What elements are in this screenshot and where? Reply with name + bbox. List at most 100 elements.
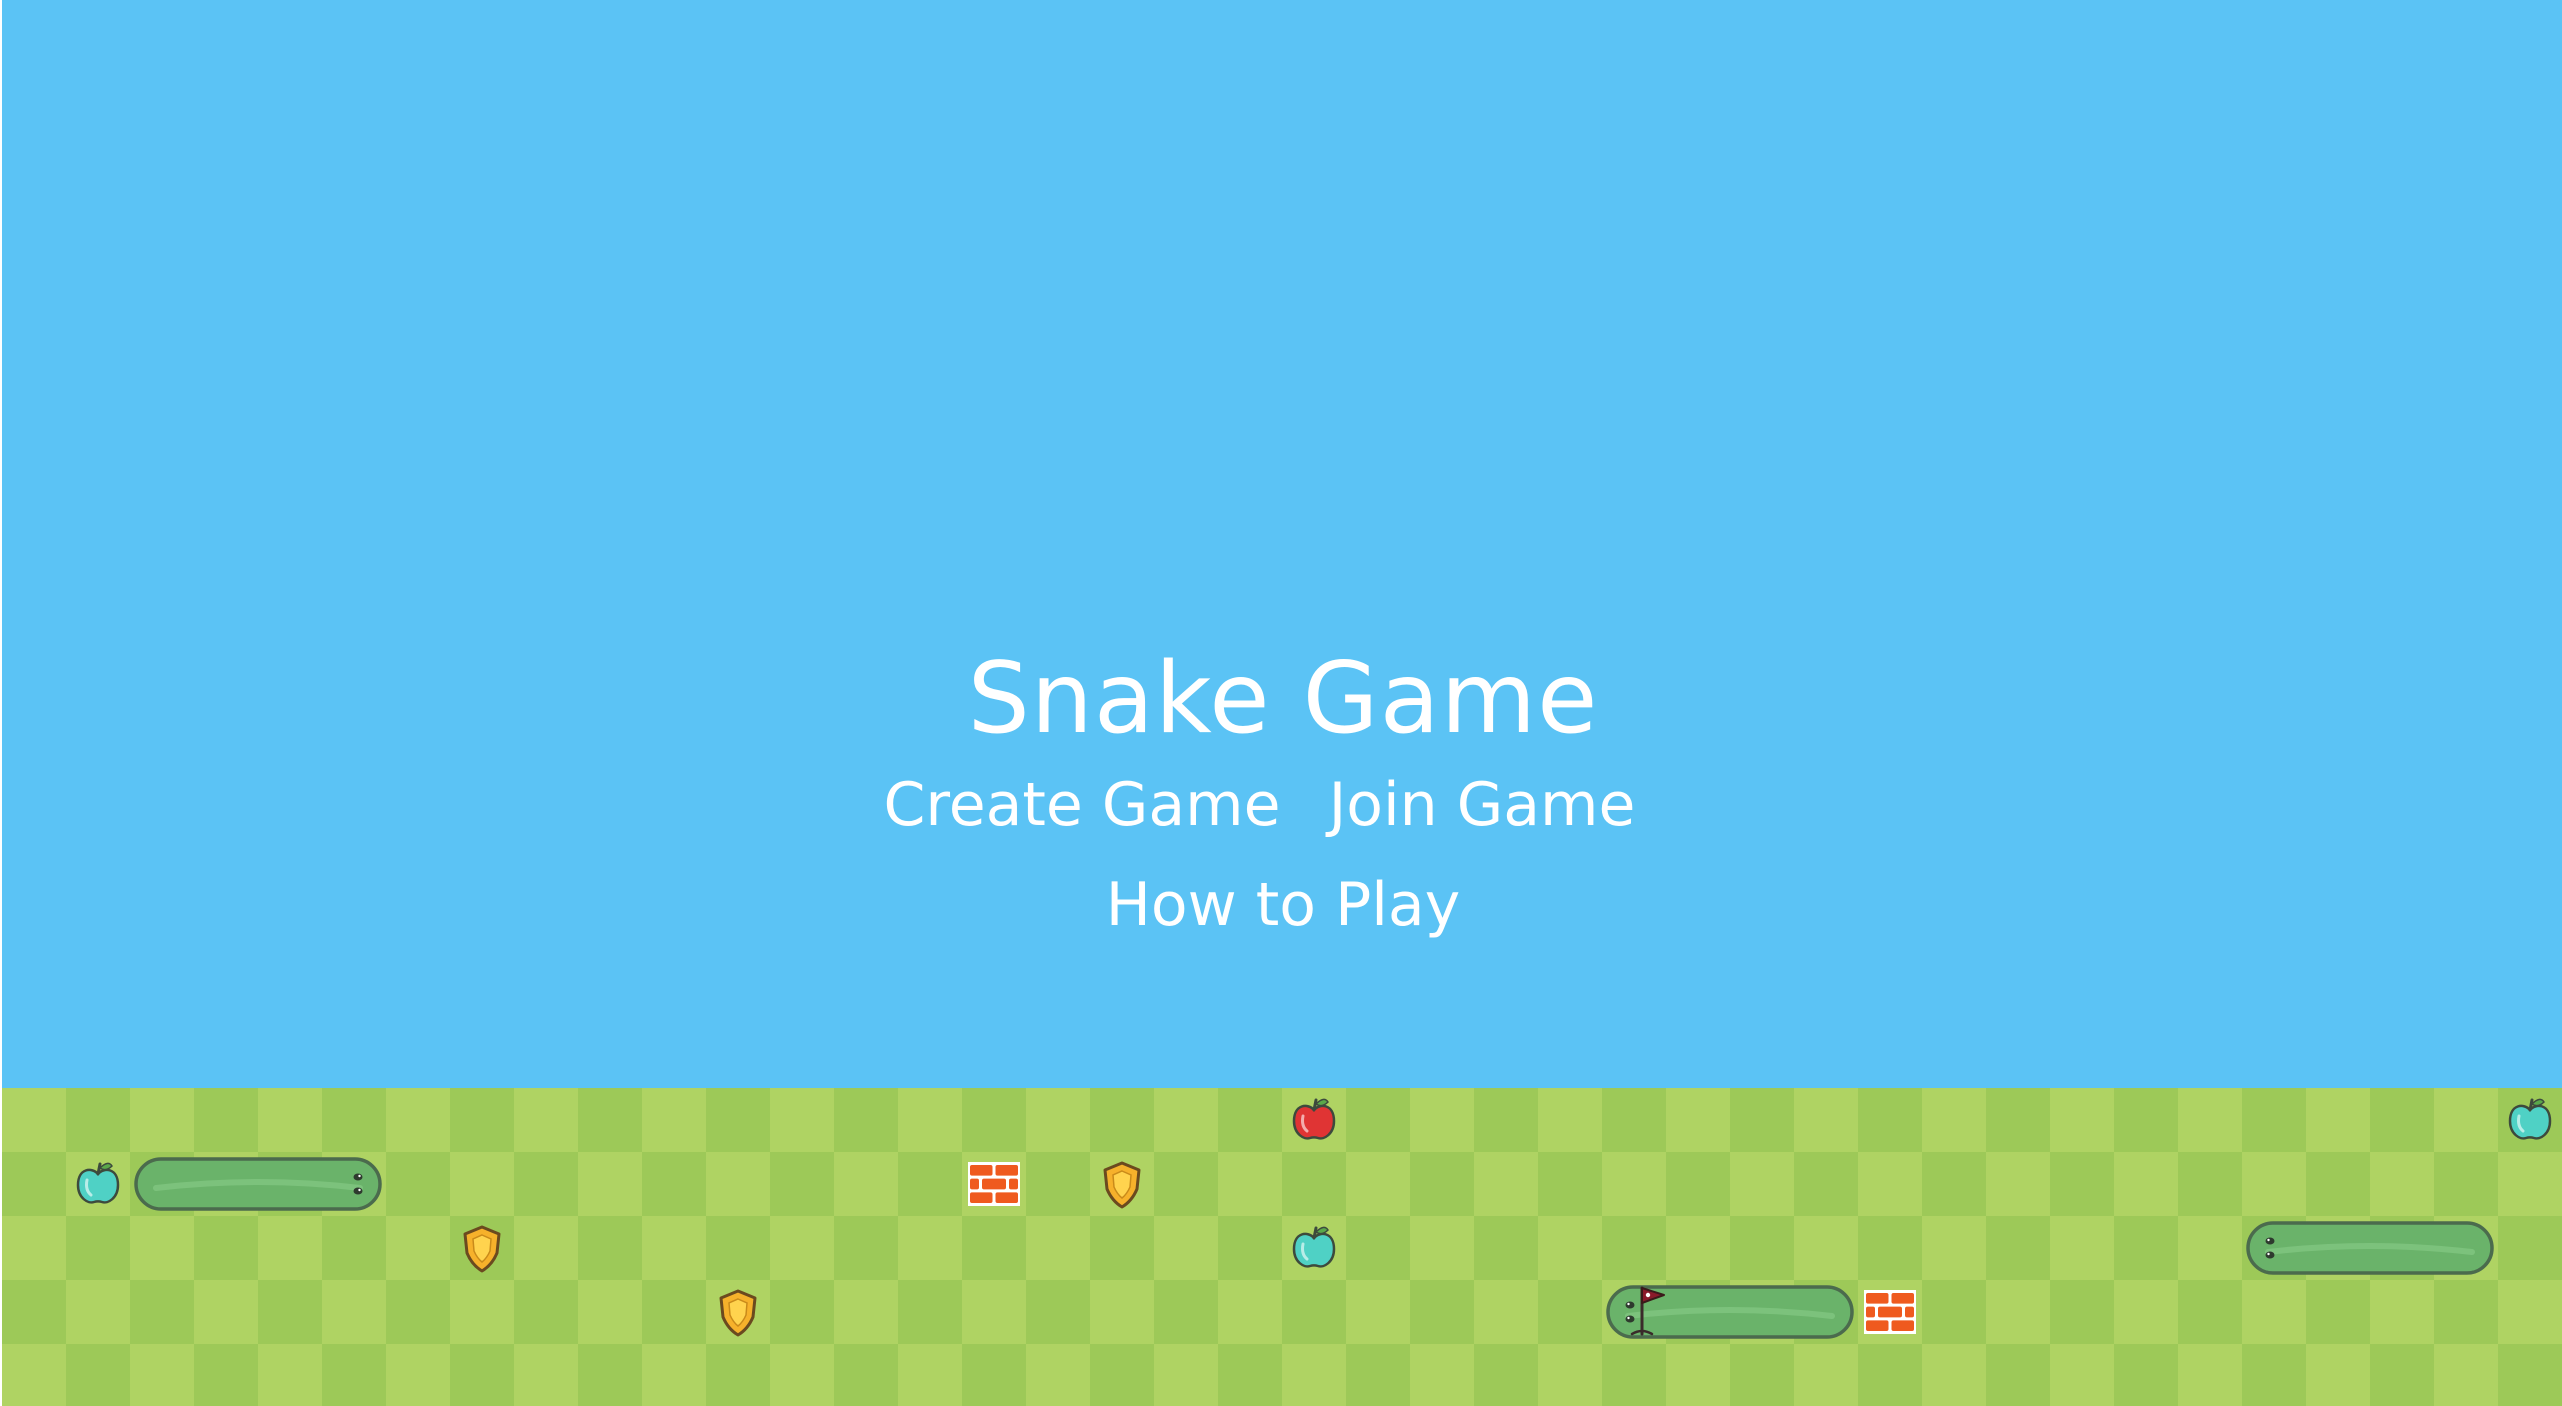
grass-tile	[2242, 1152, 2306, 1216]
grass-tile	[2, 1152, 66, 1216]
grass-tile	[1794, 1216, 1858, 1280]
grass-tile	[194, 1344, 258, 1406]
grass-tile	[1794, 1344, 1858, 1406]
grass-tile	[2, 1088, 66, 1152]
join-game-button[interactable]: Join Game	[1329, 770, 1636, 840]
grass-tile	[1858, 1088, 1922, 1152]
grass-tile	[770, 1216, 834, 1280]
grass-tile	[578, 1280, 642, 1344]
grass-tile	[1410, 1216, 1474, 1280]
grass-tile	[2306, 1152, 2370, 1216]
grass-tile	[962, 1216, 1026, 1280]
grass-tile	[1986, 1216, 2050, 1280]
snake	[1606, 1285, 1854, 1339]
grass-tile	[2, 1344, 66, 1406]
grass-tile	[386, 1344, 450, 1406]
grass-tile	[1090, 1344, 1154, 1406]
grass-tile	[642, 1344, 706, 1406]
grass-tile	[770, 1344, 834, 1406]
grass-tile	[1602, 1216, 1666, 1280]
grass-tile	[258, 1280, 322, 1344]
grass-tile	[322, 1280, 386, 1344]
grass-tile	[1346, 1152, 1410, 1216]
grass-tile	[1986, 1088, 2050, 1152]
grass-tile	[1922, 1152, 1986, 1216]
grass-tile	[1346, 1344, 1410, 1406]
grass-tile	[1026, 1216, 1090, 1280]
grass-tile	[1026, 1152, 1090, 1216]
grass-tile	[2050, 1216, 2114, 1280]
grass-tile	[1474, 1152, 1538, 1216]
grass-tile	[450, 1088, 514, 1152]
grass-tile	[962, 1088, 1026, 1152]
grass-tile	[962, 1280, 1026, 1344]
grass-tile	[1730, 1088, 1794, 1152]
grass-tile	[1666, 1344, 1730, 1406]
grass-tile	[1026, 1088, 1090, 1152]
grass-tile	[1154, 1344, 1218, 1406]
grass-tile	[962, 1344, 1026, 1406]
grass-tile	[66, 1088, 130, 1152]
checkerboard-field	[2, 1088, 2562, 1406]
grass-tile	[1218, 1280, 1282, 1344]
grass-tile	[770, 1152, 834, 1216]
grass-tile	[642, 1216, 706, 1280]
grass-tile	[1986, 1152, 2050, 1216]
snake	[134, 1157, 382, 1211]
grass-tile	[1090, 1216, 1154, 1280]
grass-tile	[706, 1216, 770, 1280]
grass-tile	[2178, 1088, 2242, 1152]
grass-tile	[1538, 1216, 1602, 1280]
grass-tile	[1474, 1280, 1538, 1344]
snake	[2246, 1221, 2494, 1275]
grass-tile	[2498, 1280, 2562, 1344]
grass-tile	[1858, 1152, 1922, 1216]
grass-tile	[2178, 1152, 2242, 1216]
grass-tile	[2370, 1152, 2434, 1216]
grass-tile	[322, 1088, 386, 1152]
grass-tile	[1218, 1344, 1282, 1406]
game-screen: Snake Game Create Game Join Game How to …	[0, 0, 2562, 1406]
grass-tile	[1538, 1088, 1602, 1152]
grass-tile	[1602, 1088, 1666, 1152]
grass-tile	[2306, 1280, 2370, 1344]
grass-tile	[706, 1152, 770, 1216]
grass-tile	[1602, 1344, 1666, 1406]
grass-tile	[1346, 1280, 1410, 1344]
grass-tile	[834, 1088, 898, 1152]
grass-tiles	[2, 1088, 2562, 1406]
grass-tile	[898, 1280, 962, 1344]
grass-tile	[578, 1088, 642, 1152]
grass-tile	[2, 1216, 66, 1280]
how-to-play-button[interactable]: How to Play	[1106, 870, 1460, 940]
grass-tile	[1090, 1280, 1154, 1344]
grass-tile	[258, 1088, 322, 1152]
grass-tile	[1538, 1344, 1602, 1406]
grass-tile	[1346, 1088, 1410, 1152]
grass-tile	[898, 1216, 962, 1280]
grass-tile	[2498, 1216, 2562, 1280]
grass-tile	[1538, 1152, 1602, 1216]
brick-wall-icon	[968, 1162, 1020, 1206]
grass-tile	[386, 1280, 450, 1344]
grass-tile	[1346, 1216, 1410, 1280]
grass-tile	[66, 1280, 130, 1344]
grass-tile	[2114, 1344, 2178, 1406]
create-game-button[interactable]: Create Game	[883, 770, 1280, 840]
grass-tile	[1986, 1344, 2050, 1406]
grass-tile	[514, 1280, 578, 1344]
grass-tile	[1986, 1280, 2050, 1344]
grass-tile	[194, 1088, 258, 1152]
grass-tile	[834, 1216, 898, 1280]
grass-tile	[578, 1344, 642, 1406]
grass-tile	[1730, 1152, 1794, 1216]
grass-tile	[898, 1344, 962, 1406]
game-title: Snake Game	[967, 642, 1599, 756]
grass-tile	[706, 1344, 770, 1406]
grass-tile	[2434, 1088, 2498, 1152]
grass-tile	[2306, 1088, 2370, 1152]
grass-tile	[1410, 1280, 1474, 1344]
grass-tile	[770, 1088, 834, 1152]
brick-wall-icon	[1864, 1290, 1916, 1334]
grass-tile	[66, 1344, 130, 1406]
